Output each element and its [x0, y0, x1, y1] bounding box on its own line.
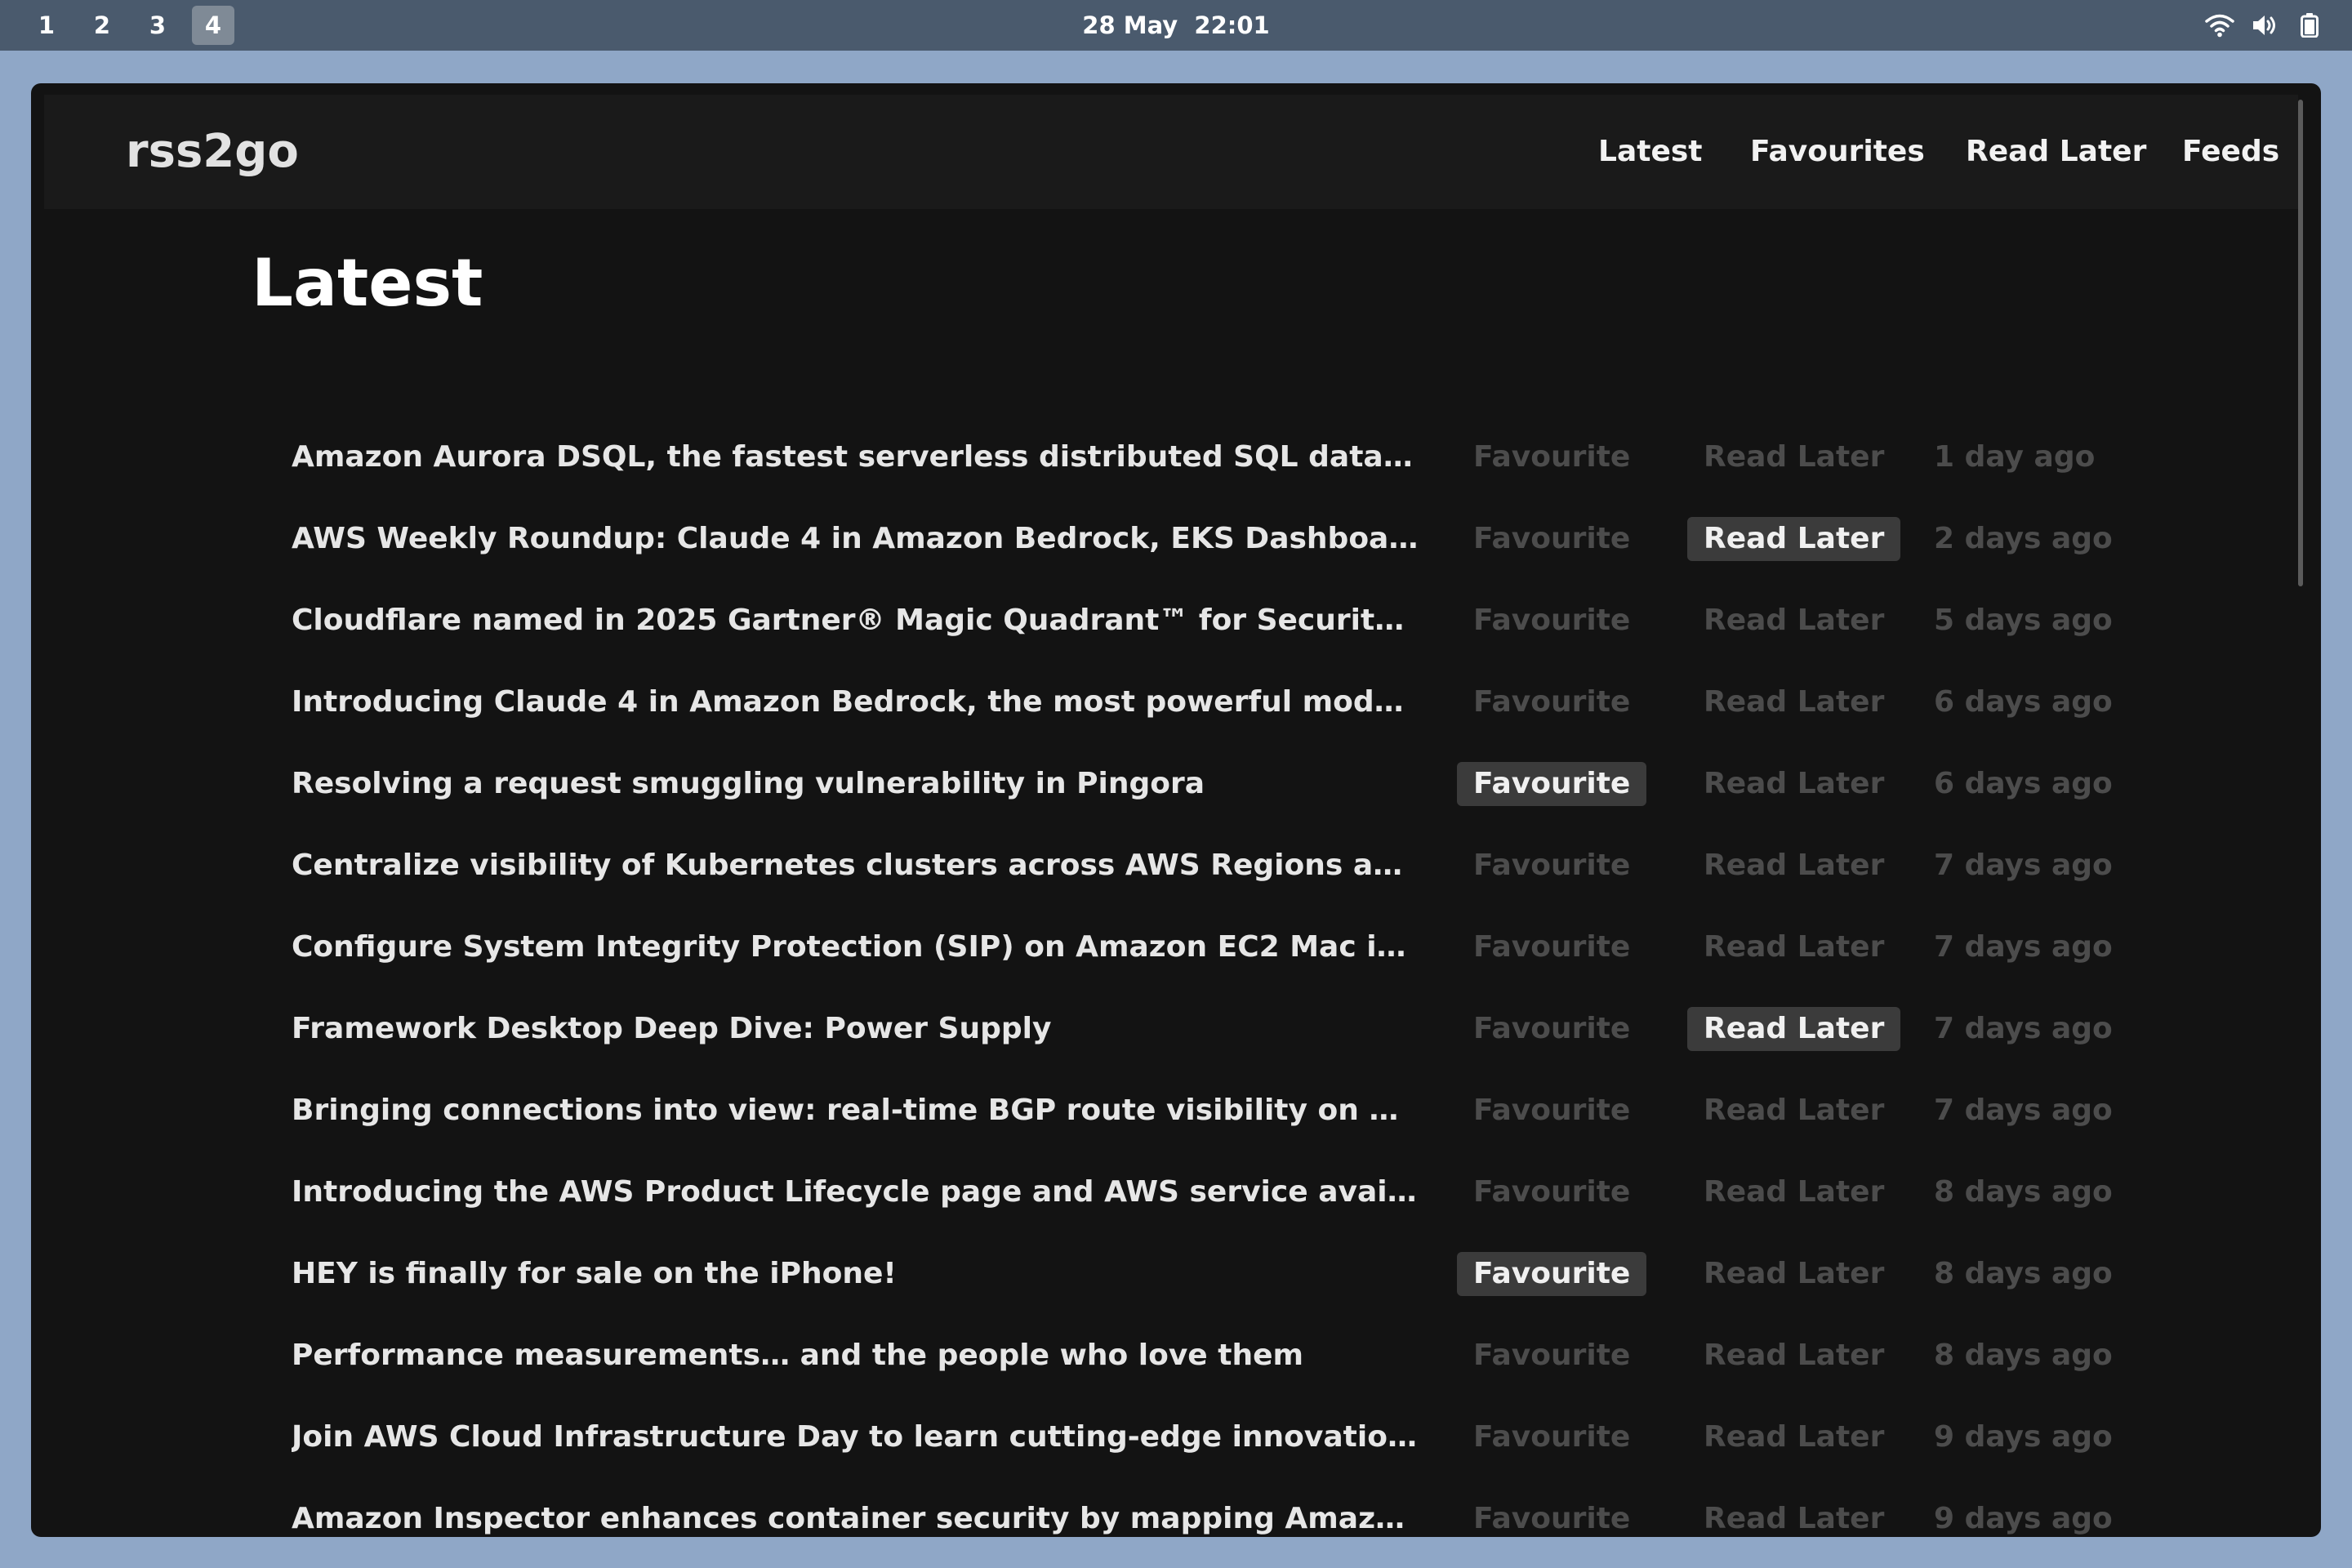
favourite-button[interactable]: Favourite — [1457, 925, 1646, 969]
article-row: Amazon Inspector enhances container secu… — [276, 1478, 2154, 1537]
read-later-button[interactable]: Read Later — [1687, 1007, 1901, 1051]
read-later-button[interactable]: Read Later — [1687, 1089, 1900, 1133]
article-row: Performance measurements… and the people… — [276, 1315, 2154, 1396]
article-row: Configure System Integrity Protection (S… — [276, 906, 2154, 988]
article-age: 5 days ago — [1934, 604, 2113, 637]
favourite-button[interactable]: Favourite — [1457, 762, 1647, 806]
article-age: 8 days ago — [1934, 1257, 2113, 1290]
favourite-button[interactable]: Favourite — [1457, 1007, 1646, 1051]
favourite-button[interactable]: Favourite — [1457, 1415, 1646, 1459]
favourite-button[interactable]: Favourite — [1457, 1170, 1646, 1214]
nav-feeds[interactable]: Feeds — [2182, 95, 2279, 209]
article-row: Join AWS Cloud Infrastructure Day to lea… — [276, 1396, 2154, 1478]
article-title-link[interactable]: Introducing Claude 4 in Amazon Bedrock, … — [292, 662, 1419, 743]
article-title-link[interactable]: Performance measurements… and the people… — [292, 1315, 1419, 1396]
favourite-button[interactable]: Favourite — [1457, 1334, 1646, 1378]
read-later-button[interactable]: Read Later — [1687, 762, 1900, 806]
clock: 28 May 22:01 — [0, 0, 2352, 51]
article-age: 7 days ago — [1934, 930, 2113, 964]
read-later-button[interactable]: Read Later — [1687, 844, 1900, 888]
nav-read-later[interactable]: Read Later — [1966, 95, 2146, 209]
clock-time: 22:01 — [1194, 11, 1270, 39]
read-later-button[interactable]: Read Later — [1687, 1497, 1900, 1537]
nav-latest[interactable]: Latest — [1598, 95, 1703, 209]
article-row: Amazon Aurora DSQL, the fastest serverle… — [276, 416, 2154, 498]
nav-favourites[interactable]: Favourites — [1750, 95, 1925, 209]
system-top-bar: 1 2 3 4 28 May 22:01 — [0, 0, 2352, 51]
favourite-button[interactable]: Favourite — [1457, 435, 1646, 479]
article-title-link[interactable]: Introducing the AWS Product Lifecycle pa… — [292, 1152, 1419, 1233]
read-later-button[interactable]: Read Later — [1687, 1252, 1900, 1296]
favourite-button[interactable]: Favourite — [1457, 599, 1646, 643]
article-title-link[interactable]: Cloudflare named in 2025 Gartner® Magic … — [292, 580, 1419, 662]
workspace-1-button[interactable]: 1 — [25, 6, 68, 45]
article-row: Resolving a request smuggling vulnerabil… — [276, 743, 2154, 825]
article-title-link[interactable]: Bringing connections into view: real-tim… — [292, 1070, 1419, 1152]
article-title-link[interactable]: Configure System Integrity Protection (S… — [292, 906, 1419, 988]
article-row: AWS Weekly Roundup: Claude 4 in Amazon B… — [276, 498, 2154, 580]
article-row: Introducing the AWS Product Lifecycle pa… — [276, 1152, 2154, 1233]
article-row: HEY is finally for sale on the iPhone! Fa… — [276, 1233, 2154, 1315]
read-later-button[interactable]: Read Later — [1687, 925, 1900, 969]
article-title-link[interactable]: Amazon Aurora DSQL, the fastest serverle… — [292, 416, 1419, 498]
battery-icon[interactable] — [2300, 13, 2319, 38]
favourite-button[interactable]: Favourite — [1457, 680, 1646, 724]
article-title-link[interactable]: Join AWS Cloud Infrastructure Day to lea… — [292, 1396, 1419, 1478]
article-age: 7 days ago — [1934, 849, 2113, 882]
read-later-button[interactable]: Read Later — [1687, 435, 1900, 479]
read-later-button[interactable]: Read Later — [1687, 1170, 1900, 1214]
article-age: 7 days ago — [1934, 1012, 2113, 1045]
read-later-button[interactable]: Read Later — [1687, 1415, 1900, 1459]
article-age: 9 days ago — [1934, 1420, 2113, 1454]
article-title-link[interactable]: AWS Weekly Roundup: Claude 4 in Amazon B… — [292, 498, 1419, 580]
article-row: Bringing connections into view: real-tim… — [276, 1070, 2154, 1152]
article-title-link[interactable]: Centralize visibility of Kubernetes clus… — [292, 825, 1419, 906]
workspace-2-button[interactable]: 2 — [81, 6, 123, 45]
favourite-button[interactable]: Favourite — [1457, 1252, 1647, 1296]
favourite-button[interactable]: Favourite — [1457, 517, 1646, 561]
favourite-button[interactable]: Favourite — [1457, 1089, 1646, 1133]
wifi-icon[interactable] — [2205, 13, 2234, 38]
read-later-button[interactable]: Read Later — [1687, 517, 1901, 561]
read-later-button[interactable]: Read Later — [1687, 1334, 1900, 1378]
article-title-link[interactable]: HEY is finally for sale on the iPhone! — [292, 1233, 1419, 1315]
article-row: Cloudflare named in 2025 Gartner® Magic … — [276, 580, 2154, 662]
clock-date: 28 May — [1082, 11, 1178, 39]
article-title-link[interactable]: Resolving a request smuggling vulnerabil… — [292, 743, 1419, 825]
app-window: rss2go Latest Favourites Read Later Feed… — [31, 83, 2321, 1537]
article-age: 8 days ago — [1934, 1175, 2113, 1209]
article-row: Centralize visibility of Kubernetes clus… — [276, 825, 2154, 906]
scrollbar[interactable] — [2298, 100, 2303, 586]
workspace-3-button[interactable]: 3 — [136, 6, 179, 45]
brand-logo[interactable]: rss2go — [126, 95, 299, 209]
article-age: 6 days ago — [1934, 685, 2113, 719]
article-row: Framework Desktop Deep Dive: Power Suppl… — [276, 988, 2154, 1070]
navbar: rss2go Latest Favourites Read Later Feed… — [44, 95, 2298, 209]
article-title-link[interactable]: Amazon Inspector enhances container secu… — [292, 1478, 1419, 1537]
page-title: Latest — [252, 245, 483, 321]
favourite-button[interactable]: Favourite — [1457, 1497, 1646, 1537]
article-age: 7 days ago — [1934, 1094, 2113, 1127]
article-age: 8 days ago — [1934, 1339, 2113, 1372]
article-age: 9 days ago — [1934, 1502, 2113, 1535]
article-age: 1 day ago — [1934, 440, 2096, 474]
favourite-button[interactable]: Favourite — [1457, 844, 1646, 888]
article-row: Introducing Claude 4 in Amazon Bedrock, … — [276, 662, 2154, 743]
workspace-4-button[interactable]: 4 — [192, 6, 234, 45]
article-age: 2 days ago — [1934, 522, 2113, 555]
read-later-button[interactable]: Read Later — [1687, 599, 1900, 643]
read-later-button[interactable]: Read Later — [1687, 680, 1900, 724]
volume-icon[interactable] — [2251, 13, 2280, 38]
article-age: 6 days ago — [1934, 767, 2113, 800]
article-title-link[interactable]: Framework Desktop Deep Dive: Power Suppl… — [292, 988, 1419, 1070]
article-list: Amazon Aurora DSQL, the fastest serverle… — [276, 416, 2154, 1537]
